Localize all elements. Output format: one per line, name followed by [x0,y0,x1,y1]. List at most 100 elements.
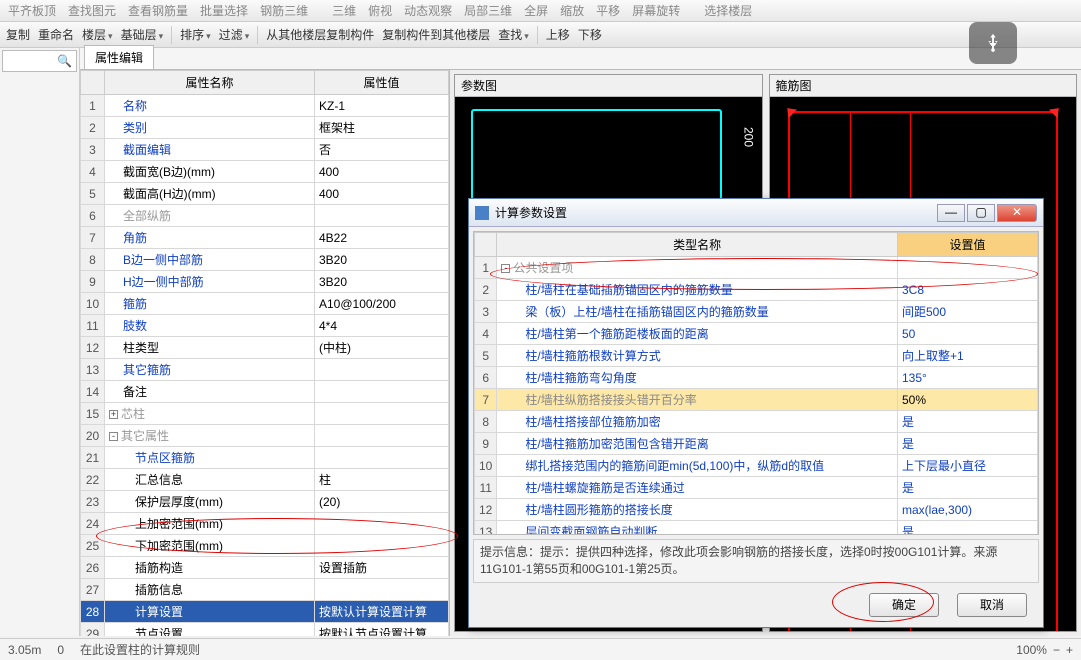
dialog-grid[interactable]: 类型名称 设置值 1-公共设置项2柱/墙柱在基础插筋锚固区内的箍筋数量3C83梁… [473,231,1039,535]
close-button[interactable]: ✕ [997,204,1037,222]
dialog-row[interactable]: 6柱/墙柱箍筋弯勾角度135° [475,367,1038,389]
prop-value[interactable]: 4*4 [315,315,449,337]
dialog-titlebar[interactable]: 计算参数设置 — ▢ ✕ [469,199,1043,227]
rename-button[interactable]: 重命名 [38,26,74,43]
zoom-in-icon[interactable]: + [1066,643,1073,657]
minimize-button[interactable]: — [937,204,965,222]
param-value[interactable]: 135° [898,367,1038,389]
prop-value[interactable]: 柱 [315,469,449,491]
menu-item[interactable]: 缩放 [560,2,584,19]
param-value[interactable]: 是 [898,521,1038,536]
prop-row[interactable]: 4截面宽(B边)(mm)400 [81,161,449,183]
sort-button[interactable]: 排序 [180,26,211,43]
prop-value[interactable] [315,425,449,447]
menu-item[interactable]: 俯视 [368,2,392,19]
dialog-row[interactable]: 9柱/墙柱箍筋加密范围包含错开距离是 [475,433,1038,455]
param-value[interactable]: 上下层最小直径 [898,455,1038,477]
filter-button[interactable]: 过滤 [219,26,250,43]
menu-item[interactable]: 三维 [332,2,356,19]
prop-row[interactable]: 21节点区箍筋 [81,447,449,469]
dialog-row[interactable]: 8柱/墙柱搭接部位箍筋加密是 [475,411,1038,433]
prop-row[interactable]: 20-其它属性 [81,425,449,447]
prop-row[interactable]: 12柱类型(中柱) [81,337,449,359]
copy-button[interactable]: 复制 [6,26,30,43]
menu-item[interactable]: 钢筋三维 [260,2,308,19]
prop-row[interactable]: 11肢数4*4 [81,315,449,337]
menu-item[interactable]: 全屏 [524,2,548,19]
tab-property-edit[interactable]: 属性编辑 [84,45,154,69]
dialog-row[interactable]: 10绑扎搭接范围内的箍筋间距min(5d,100)中，纵筋d的取值上下层最小直径 [475,455,1038,477]
prop-value[interactable] [315,447,449,469]
dialog-row[interactable]: 2柱/墙柱在基础插筋锚固区内的箍筋数量3C8 [475,279,1038,301]
param-value[interactable]: 50% [898,389,1038,411]
menu-item[interactable]: 平齐板顶 [8,2,56,19]
prop-value[interactable] [315,513,449,535]
prop-value[interactable]: 框架柱 [315,117,449,139]
menu-item[interactable]: 平移 [596,2,620,19]
param-value[interactable]: 是 [898,433,1038,455]
dialog-row[interactable]: 4柱/墙柱第一个箍筋距楼板面的距离50 [475,323,1038,345]
prop-value[interactable]: 3B20 [315,271,449,293]
menu-item[interactable]: 查看钢筋量 [128,2,188,19]
prop-row[interactable]: 6全部纵筋 [81,205,449,227]
prop-row[interactable]: 9H边一侧中部筋3B20 [81,271,449,293]
prop-row[interactable]: 10箍筋A10@100/200 [81,293,449,315]
dialog-row[interactable]: 1-公共设置项 [475,257,1038,279]
prop-value[interactable]: 按默认计算设置计算 [315,601,449,623]
prop-row[interactable]: 29节点设置按默认节点设置计算 [81,623,449,637]
expander-icon[interactable]: + [109,410,118,419]
zoom-out-icon[interactable]: − [1053,643,1060,657]
prop-row[interactable]: 25下加密范围(mm) [81,535,449,557]
dialog-row[interactable]: 11柱/墙柱螺旋箍筋是否连续通过是 [475,477,1038,499]
dialog-row[interactable]: 3梁（板）上柱/墙柱在插筋锚固区内的箍筋数量间距500 [475,301,1038,323]
param-value[interactable]: 3C8 [898,279,1038,301]
prop-row[interactable]: 24上加密范围(mm) [81,513,449,535]
dialog-row[interactable]: 13层间变截面钢筋自动判断是 [475,521,1038,536]
prop-row[interactable]: 5截面高(H边)(mm)400 [81,183,449,205]
prop-value[interactable] [315,359,449,381]
usb-tray-icon[interactable] [969,22,1017,64]
prop-row[interactable]: 26插筋构造设置插筋 [81,557,449,579]
prop-value[interactable]: 按默认节点设置计算 [315,623,449,637]
prop-value[interactable] [315,205,449,227]
move-down-button[interactable]: 下移 [578,26,602,43]
menu-item[interactable]: 局部三维 [464,2,512,19]
prop-row[interactable]: 13其它箍筋 [81,359,449,381]
move-up-button[interactable]: 上移 [546,26,570,43]
prop-value[interactable]: 3B20 [315,249,449,271]
cancel-button[interactable]: 取消 [957,593,1027,617]
prop-value[interactable]: 设置插筋 [315,557,449,579]
prop-row[interactable]: 22汇总信息柱 [81,469,449,491]
prop-row[interactable]: 3截面编辑否 [81,139,449,161]
dialog-row[interactable]: 5柱/墙柱箍筋根数计算方式向上取整+1 [475,345,1038,367]
floor-dropdown[interactable]: 楼层 [82,26,113,43]
prop-row[interactable]: 8B边一侧中部筋3B20 [81,249,449,271]
prop-value[interactable]: 400 [315,183,449,205]
prop-value[interactable]: 否 [315,139,449,161]
prop-value[interactable]: KZ-1 [315,95,449,117]
base-dropdown[interactable]: 基础层 [121,26,164,43]
prop-row[interactable]: 7角筋4B22 [81,227,449,249]
expander-icon[interactable]: - [501,264,510,273]
prop-row[interactable]: 1名称KZ-1 [81,95,449,117]
prop-value[interactable]: (中柱) [315,337,449,359]
prop-value[interactable]: A10@100/200 [315,293,449,315]
prop-row[interactable]: 2类别框架柱 [81,117,449,139]
param-value[interactable]: 是 [898,477,1038,499]
prop-row[interactable]: 28计算设置按默认计算设置计算 [81,601,449,623]
menu-item[interactable]: 动态观察 [404,2,452,19]
prop-row[interactable]: 27插筋信息 [81,579,449,601]
dialog-row[interactable]: 12柱/墙柱圆形箍筋的搭接长度max(lae,300) [475,499,1038,521]
param-value[interactable]: 向上取整+1 [898,345,1038,367]
copy-from-button[interactable]: 从其他楼层复制构件 [266,26,374,43]
prop-value[interactable] [315,579,449,601]
prop-row[interactable]: 14备注 [81,381,449,403]
prop-value[interactable]: 400 [315,161,449,183]
param-value[interactable]: 是 [898,411,1038,433]
copy-to-button[interactable]: 复制构件到其他楼层 [382,26,490,43]
param-value[interactable]: max(lae,300) [898,499,1038,521]
find-button[interactable]: 查找 [498,26,529,43]
prop-row[interactable]: 15+芯柱 [81,403,449,425]
expander-icon[interactable]: - [109,432,118,441]
property-grid[interactable]: 属性名称 属性值 1名称KZ-12类别框架柱3截面编辑否4截面宽(B边)(mm)… [80,70,450,636]
